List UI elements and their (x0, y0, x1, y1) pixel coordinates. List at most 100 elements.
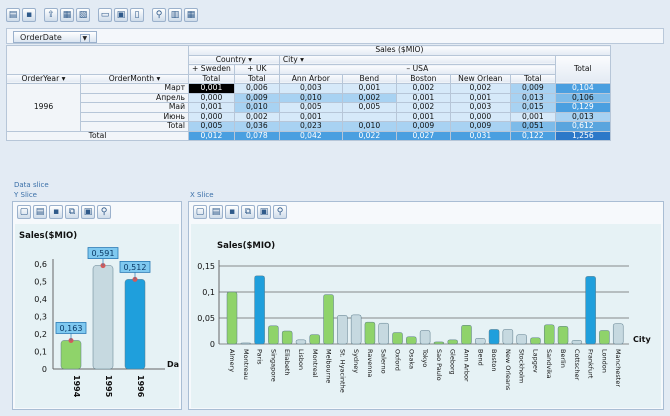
data-cell[interactable]: 0,006 (233, 83, 280, 94)
expand-icon[interactable]: + (192, 65, 198, 73)
zoom-icon[interactable]: ⚲ (152, 8, 166, 22)
data-cell[interactable]: 0,001 (449, 92, 511, 103)
data-cell[interactable]: 0,106 (554, 92, 611, 103)
row-label[interactable]: Апрель (80, 92, 189, 103)
data-cell[interactable]: 0,000 (449, 111, 511, 122)
expand-icon[interactable]: + (247, 65, 253, 73)
data-cell[interactable]: 0,001 (395, 92, 451, 103)
data-cell[interactable]: 0,009 (509, 83, 556, 94)
uk-header[interactable]: + UK (233, 64, 280, 75)
open-icon[interactable]: ▤ (33, 205, 47, 219)
copy-icon[interactable]: ⧉ (65, 205, 79, 219)
print-preview-icon[interactable]: ▭ (98, 8, 112, 22)
print-icon[interactable]: ▣ (257, 205, 271, 219)
chevron-down-icon[interactable]: ▼ (79, 34, 90, 43)
data-cell[interactable]: 0,002 (449, 83, 511, 94)
total-cell[interactable]: 0,078 (233, 130, 280, 141)
data-cell[interactable] (341, 111, 397, 122)
data-cell[interactable]: 0,001 (509, 111, 556, 122)
x-tick-label: Singapore (269, 349, 277, 382)
total-cell[interactable]: 0,012 (188, 130, 235, 141)
total-cell[interactable]: 0,027 (395, 130, 451, 141)
data-cell[interactable]: 0,002 (395, 83, 451, 94)
copy-icon[interactable]: ⧉ (241, 205, 255, 219)
data-cell[interactable]: 0,036 (233, 121, 280, 132)
country-field-button[interactable]: Country ▾ (188, 54, 280, 65)
data-cell[interactable]: 0,051 (509, 121, 556, 132)
data-cell[interactable]: 0,002 (395, 102, 451, 113)
data-cell[interactable]: 0,104 (554, 83, 611, 94)
data-cell[interactable]: 0,000 (188, 92, 235, 103)
zoom-icon[interactable]: ⚲ (273, 205, 287, 219)
data-cell[interactable]: 0,612 (554, 121, 611, 132)
grand-total-cell[interactable]: 1,256 (554, 130, 611, 141)
data-cell[interactable]: 0,009 (395, 121, 451, 132)
print-icon[interactable]: ▣ (81, 205, 95, 219)
bar (516, 334, 527, 345)
data-cell[interactable]: 0,013 (554, 111, 611, 122)
data-cell[interactable]: 0,002 (233, 111, 280, 122)
export-excel-icon[interactable]: ▦ (60, 8, 74, 22)
order-year-field-button[interactable]: OrderYear ▾ (6, 73, 81, 84)
order-month-field-button[interactable]: OrderMonth ▾ (80, 73, 189, 84)
data-cell[interactable]: 0,013 (509, 92, 556, 103)
data-cell[interactable]: 0,129 (554, 102, 611, 113)
row-label[interactable]: Март (80, 83, 189, 94)
save-icon[interactable]: ▪ (225, 205, 239, 219)
data-cell[interactable]: 0,001 (188, 102, 235, 113)
data-cell[interactable]: 0,009 (233, 92, 280, 103)
bar (419, 330, 431, 345)
data-cell[interactable]: 0,005 (278, 102, 343, 113)
new-icon[interactable]: ▢ (193, 205, 207, 219)
sweden-header[interactable]: + Sweden (188, 64, 235, 75)
city-field-button[interactable]: City ▾ (278, 54, 556, 65)
row-label[interactable]: Total (80, 121, 189, 132)
data-cell[interactable]: 0,015 (509, 102, 556, 113)
total-cell[interactable]: 0,122 (509, 130, 556, 141)
save-icon[interactable]: ▪ (49, 205, 63, 219)
data-cell[interactable]: 0,023 (278, 121, 343, 132)
data-cell[interactable]: 0,003 (449, 102, 511, 113)
row-label[interactable]: Июнь (80, 111, 189, 122)
open-icon[interactable]: ▤ (209, 205, 223, 219)
data-cell[interactable]: 0,005 (188, 121, 235, 132)
data-cell[interactable]: 0,003 (278, 83, 343, 94)
row-label[interactable]: Май (80, 102, 189, 113)
save-icon[interactable]: ▪ (22, 8, 36, 22)
data-cell[interactable]: 0,000 (188, 111, 235, 122)
data-cell[interactable]: 0,005 (341, 102, 397, 113)
x-tick-label: Oxford (394, 349, 402, 371)
total-cell[interactable]: 0,042 (278, 130, 343, 141)
chart-icon[interactable]: ▥ (168, 8, 182, 22)
grid-icon[interactable]: ▦ (184, 8, 198, 22)
data-cell[interactable]: 0,001 (278, 111, 343, 122)
x-tick-label: New Orleans (504, 349, 512, 391)
x-tick-label: Montreau (242, 349, 250, 380)
data-cell[interactable]: 0,002 (341, 92, 397, 103)
bar (350, 314, 362, 345)
data-cell[interactable]: 0,001 (188, 83, 235, 94)
data-cell[interactable]: 0,001 (341, 83, 397, 94)
usa-header[interactable]: – USA (278, 64, 556, 75)
print-icon[interactable]: ▣ (114, 8, 128, 22)
year-1996-cell[interactable]: 1996 (6, 83, 81, 132)
page-setup-icon[interactable]: ▯ (130, 8, 144, 22)
x-tick-label: Manchester (614, 349, 622, 387)
zoom-icon[interactable]: ⚲ (97, 205, 111, 219)
order-date-filter-button[interactable]: OrderDate ▼ (13, 31, 97, 43)
data-cell[interactable]: 0,010 (278, 92, 343, 103)
x-tick-label: Paris (256, 349, 264, 365)
open-icon[interactable]: ▤ (6, 8, 20, 22)
data-cell[interactable]: 0,009 (449, 121, 511, 132)
data-cell[interactable]: 0,010 (233, 102, 280, 113)
export-pdf-icon[interactable]: ▧ (76, 8, 90, 22)
total-cell[interactable]: 0,031 (449, 130, 511, 141)
data-cell[interactable]: 0,010 (341, 121, 397, 132)
export-icon[interactable]: ⇪ (44, 8, 58, 22)
main-toolbar: ▤ ▪ ⇪ ▦ ▧ ▭ ▣ ▯ ⚲ ▥ ▦ (6, 6, 198, 24)
total-cell[interactable]: 0,022 (341, 130, 397, 141)
data-cell[interactable]: 0,001 (395, 111, 451, 122)
collapse-icon[interactable]: – (406, 65, 410, 73)
new-icon[interactable]: ▢ (17, 205, 31, 219)
col-header: Boston (395, 73, 451, 84)
